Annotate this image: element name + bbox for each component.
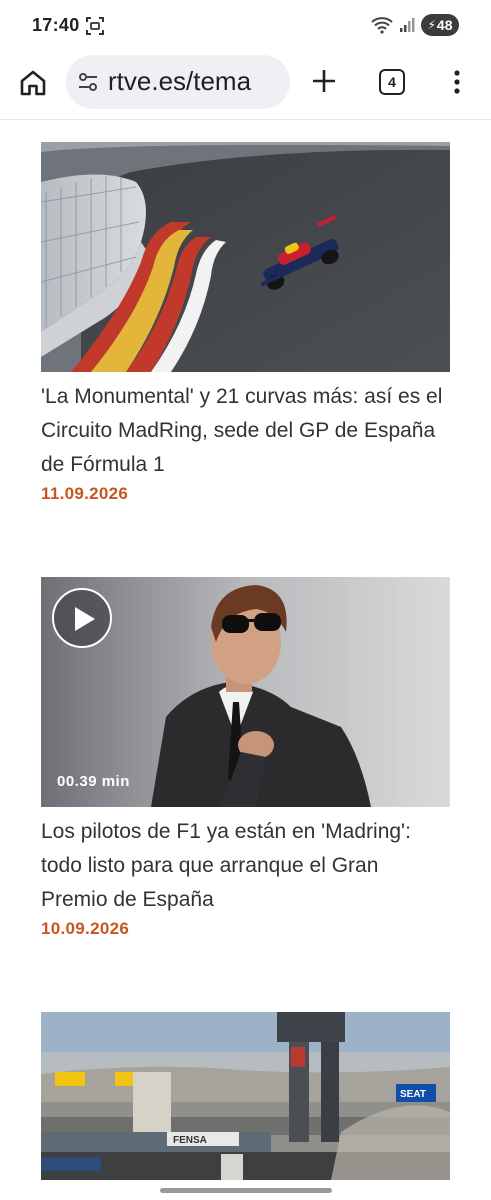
address-bar[interactable]: rtve.es/tema (66, 55, 290, 109)
status-time: 17:40 (32, 15, 80, 35)
article-card[interactable]: SEAT FENSA (41, 1012, 450, 1180)
screen-record-icon (86, 17, 104, 35)
article-card[interactable]: 'La Monumental' y 21 curvas más: así es … (41, 142, 450, 504)
seat-sign: SEAT (400, 1089, 426, 1100)
play-icon (75, 607, 95, 631)
article-date: 11.09.2026 (41, 484, 129, 503)
status-icons: ⚡ 48 (371, 14, 459, 36)
menu-icon[interactable] (449, 67, 465, 97)
article-thumbnail[interactable]: SEAT FENSA (41, 1012, 450, 1180)
video-duration: 00.39 min (57, 773, 130, 790)
battery-level: 48 (436, 17, 453, 33)
charging-bolt-icon: ⚡ (427, 18, 436, 32)
new-tab-icon[interactable] (309, 66, 339, 96)
article-card[interactable]: 00.39 min Los pilotos de F1 ya están en … (41, 577, 450, 939)
site-settings-icon[interactable] (78, 72, 98, 92)
article-thumbnail[interactable]: 00.39 min (41, 577, 450, 807)
home-icon[interactable] (17, 67, 49, 99)
battery-icon: ⚡ 48 (421, 14, 459, 36)
fensa-sign: FENSA (173, 1135, 207, 1146)
url-text[interactable]: rtve.es/tema (108, 66, 251, 97)
tab-count: 4 (388, 74, 396, 90)
race-car-on-track-photo (41, 142, 450, 372)
article-thumbnail[interactable] (41, 142, 450, 372)
article-title[interactable]: 'La Monumental' y 21 curvas más: así es … (41, 380, 450, 482)
browser-toolbar: rtve.es/tema 4 (0, 52, 491, 120)
signal-icon (400, 18, 415, 32)
wifi-icon (371, 17, 393, 34)
gesture-navigation-bar[interactable] (160, 1188, 332, 1193)
circuit-grandstand-photo: SEAT FENSA (41, 1012, 450, 1180)
article-title[interactable]: Los pilotos de F1 ya están en 'Madring':… (41, 815, 450, 917)
play-button[interactable] (52, 588, 112, 648)
article-date: 10.09.2026 (41, 919, 130, 938)
tab-switcher-button[interactable]: 4 (379, 69, 405, 95)
status-bar: 17:40 ⚡ 48 (0, 0, 491, 52)
